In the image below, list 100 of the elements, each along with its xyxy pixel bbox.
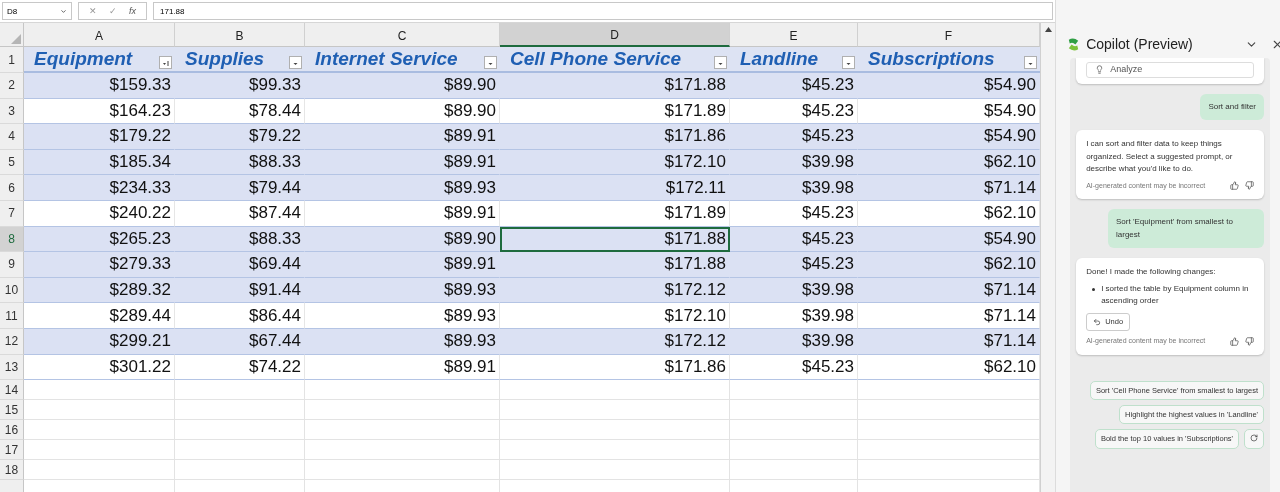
row-header[interactable]: 3: [0, 98, 24, 125]
insert-function-button[interactable]: fx: [129, 6, 136, 16]
filter-button[interactable]: [714, 56, 727, 69]
row-header[interactable]: 5: [0, 149, 24, 176]
user-message: Sort 'Equipment' from smallest to largest: [1108, 209, 1264, 249]
thumbs-down-icon[interactable]: [1245, 336, 1254, 346]
row-header[interactable]: 9: [0, 252, 24, 278]
table-cell: $78.44: [175, 98, 305, 125]
column-title: Internet Service: [315, 48, 458, 70]
refresh-icon: [1250, 433, 1258, 442]
refresh-button[interactable]: [1244, 428, 1264, 449]
row-header[interactable]: 1: [0, 47, 24, 73]
row-header[interactable]: 14: [0, 380, 24, 401]
table-cell: $171.89: [500, 98, 730, 125]
table-cell: $89.90: [305, 73, 500, 99]
row-header[interactable]: 4: [0, 124, 24, 150]
table-cell: $89.90: [305, 98, 500, 125]
assistant-message-text: Done! I made the following changes:: [1086, 266, 1217, 279]
table-cell: $299.21: [24, 328, 175, 355]
table-cell: $45.23: [730, 200, 858, 227]
table-cell: $89.91: [305, 252, 500, 278]
table-cell: $39.98: [730, 149, 858, 176]
scroll-up-icon[interactable]: [1044, 27, 1052, 32]
column-title: Supplies: [185, 48, 265, 70]
user-message: Sort and filter: [1200, 93, 1264, 121]
row-header[interactable]: 11: [0, 303, 24, 329]
filter-button[interactable]: [484, 56, 497, 69]
table-cell: $171.86: [500, 124, 730, 150]
table-cell: $240.22: [24, 200, 175, 227]
table-cell: $71.14: [858, 175, 1040, 201]
formula-field[interactable]: 171.88: [153, 2, 1054, 20]
table-cell: $91.44: [175, 277, 305, 304]
row-header[interactable]: 17: [0, 440, 24, 461]
sort-icon: [161, 59, 170, 68]
table-cell: $39.98: [730, 277, 858, 304]
name-box[interactable]: D8: [2, 2, 72, 20]
row-header[interactable]: 15: [0, 400, 24, 421]
column-header[interactable]: A: [24, 23, 175, 47]
vertical-scrollbar[interactable]: [1040, 23, 1055, 492]
thumbs-up-icon[interactable]: [1230, 181, 1239, 191]
table-cell: $89.93: [305, 277, 500, 304]
table-cell: $179.22: [24, 124, 175, 150]
table-cell: $89.90: [305, 226, 500, 253]
column-title: Cell Phone Service: [510, 48, 682, 70]
table-cell: $69.44: [175, 252, 305, 278]
row-header[interactable]: 13: [0, 354, 24, 381]
row-header[interactable]: 6: [0, 175, 24, 201]
column-header[interactable]: E: [730, 23, 858, 47]
row-header[interactable]: 12: [0, 328, 24, 355]
table-cell: $172.12: [500, 328, 730, 355]
table-cell: $88.33: [175, 226, 305, 253]
column-title: Subscriptions: [868, 48, 995, 70]
lightbulb-icon: [1095, 65, 1105, 75]
column-header[interactable]: F: [858, 23, 1040, 47]
table-cell: $39.98: [730, 175, 858, 201]
table-cell: $185.34: [24, 149, 175, 176]
row-header[interactable]: 10: [0, 277, 24, 304]
table-cell: $89.93: [305, 328, 500, 355]
triangle-icon: [11, 34, 21, 44]
table-cell: $71.14: [858, 328, 1040, 355]
table-cell: $71.14: [858, 303, 1040, 329]
table-cell: $45.23: [730, 252, 858, 278]
undo-icon: [1093, 318, 1102, 327]
row-header[interactable]: 7: [0, 200, 24, 227]
row-header[interactable]: 2: [0, 73, 24, 99]
table-cell: $87.44: [175, 200, 305, 227]
column-header[interactable]: D: [500, 23, 730, 47]
thumbs-up-icon[interactable]: [1230, 336, 1239, 346]
table-cell: $172.10: [500, 303, 730, 329]
row-header[interactable]: 16: [0, 420, 24, 441]
table-cell: $164.23: [24, 98, 175, 125]
table-cell: $74.22: [175, 354, 305, 381]
row-header[interactable]: 18: [0, 460, 24, 481]
table-cell: $79.44: [175, 175, 305, 201]
select-all-corner[interactable]: [0, 23, 24, 47]
column-header[interactable]: B: [175, 23, 305, 47]
column-title: Equipment: [34, 48, 133, 70]
table-cell: $39.98: [730, 303, 858, 329]
row-header[interactable]: 8: [0, 226, 24, 253]
panel-title: Copilot (Preview): [1086, 36, 1194, 52]
table-cell: $289.44: [24, 303, 175, 329]
table-cell: $54.90: [858, 124, 1040, 150]
table-cell: $67.44: [175, 328, 305, 355]
assistant-message-text: I can sort and filter data to keep things organized. Select a suggested prompt, or describe what you'd like to do.: [1086, 138, 1234, 176]
column-header[interactable]: C: [305, 23, 500, 47]
table-cell: $159.33: [24, 73, 175, 99]
table-cell: $89.91: [305, 124, 500, 150]
table-cell: $71.14: [858, 277, 1040, 304]
filter-button[interactable]: [159, 56, 172, 69]
table-cell: $172.10: [500, 149, 730, 176]
table-cell: $54.90: [858, 73, 1040, 99]
filter-button[interactable]: [842, 56, 855, 69]
filter-button[interactable]: [289, 56, 302, 69]
table-cell: $89.93: [305, 303, 500, 329]
table-cell: $79.22: [175, 124, 305, 150]
analyze-button[interactable]: Analyze: [1086, 62, 1254, 78]
filter-button[interactable]: [1024, 56, 1037, 69]
table-cell: $45.23: [730, 124, 858, 150]
table-cell: $171.88: [500, 226, 730, 253]
thumbs-down-icon[interactable]: [1245, 181, 1254, 191]
